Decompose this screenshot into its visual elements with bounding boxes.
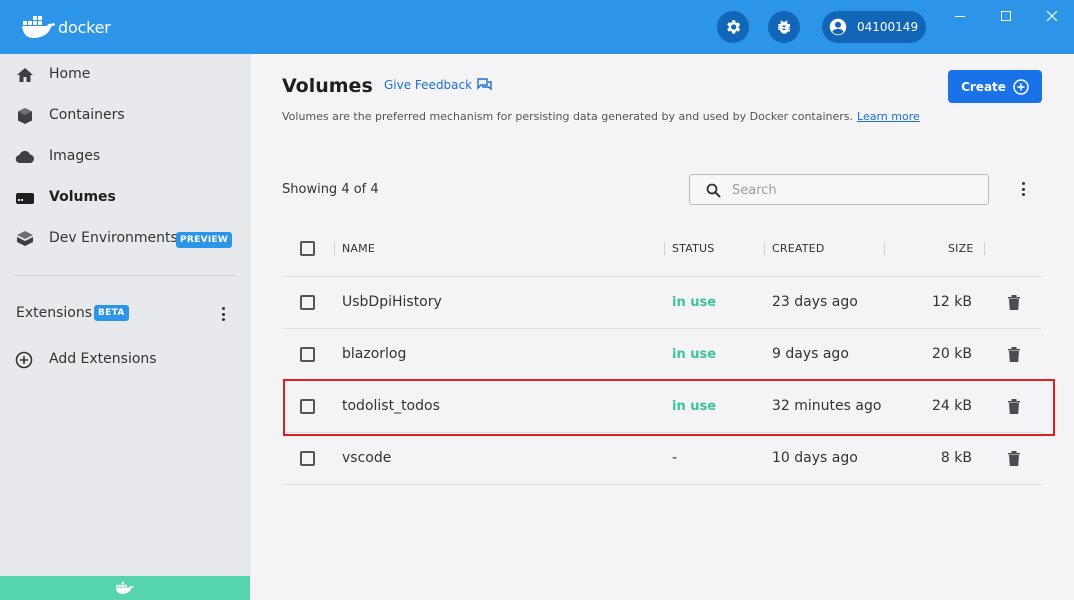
dot xyxy=(221,312,225,316)
volume-name[interactable]: blazorlog xyxy=(342,346,406,362)
description-text: Volumes are the preferred mechanism for … xyxy=(282,110,854,123)
close-button[interactable] xyxy=(1040,6,1064,26)
page-title: Volumes xyxy=(282,75,373,97)
plus-circle-icon xyxy=(14,351,34,369)
volume-created: 10 days ago xyxy=(772,450,858,466)
showing-count: Showing 4 of 4 xyxy=(282,182,379,197)
column-separator xyxy=(664,242,665,255)
volume-size: 12 kB xyxy=(932,294,972,310)
page-description: Volumes are the preferred mechanism for … xyxy=(282,110,920,123)
give-feedback-label: Give Feedback xyxy=(384,78,473,92)
docker-logo[interactable]: docker xyxy=(22,14,111,40)
sidebar-item-images[interactable]: Images xyxy=(0,136,249,177)
table-divider xyxy=(282,328,1042,329)
minimize-icon xyxy=(955,16,965,17)
troubleshoot-button[interactable] xyxy=(768,11,800,43)
give-feedback-link[interactable]: Give Feedback xyxy=(384,78,492,92)
sidebar-divider xyxy=(15,275,235,276)
sidebar-item-label: Volumes xyxy=(49,189,116,205)
volume-status: - xyxy=(672,450,678,466)
row-checkbox[interactable] xyxy=(300,295,315,310)
beta-badge: BETA xyxy=(94,305,129,321)
sidebar-item-label: Containers xyxy=(49,107,125,123)
dot xyxy=(1021,187,1025,191)
dot xyxy=(221,318,225,321)
dot xyxy=(1021,193,1025,196)
sidebar-item-dev-environments[interactable]: Dev Environments PREVIEW xyxy=(0,218,249,259)
gear-icon xyxy=(727,20,741,34)
sidebar: Home Containers Images Volumes Dev Envir… xyxy=(0,54,250,600)
table-divider xyxy=(282,276,1042,277)
maximize-icon xyxy=(1001,11,1011,21)
volume-name[interactable]: vscode xyxy=(342,450,391,466)
top-bar: docker 04100149 xyxy=(0,0,1074,54)
volume-status: in use xyxy=(672,347,717,362)
engine-status-bar[interactable] xyxy=(0,576,250,600)
trash-icon[interactable] xyxy=(1007,346,1021,363)
sidebar-item-volumes[interactable]: Volumes xyxy=(0,177,249,218)
sidebar-item-containers[interactable]: Containers xyxy=(0,95,249,136)
learn-more-link[interactable]: Learn more xyxy=(857,110,920,123)
search-box[interactable] xyxy=(689,174,989,205)
volume-status: in use xyxy=(672,295,717,310)
column-header-created[interactable]: CREATED xyxy=(772,242,825,255)
volume-created: 23 days ago xyxy=(772,294,858,310)
sidebar-item-home[interactable]: Home xyxy=(0,54,249,95)
volume-drive-icon xyxy=(15,189,35,207)
docker-logo-text: docker xyxy=(58,17,111,37)
sidebar-item-label: Dev Environments xyxy=(49,230,178,246)
column-header-size[interactable]: SIZE xyxy=(948,242,974,255)
create-button-label: Create xyxy=(961,79,1006,94)
extensions-more-button[interactable] xyxy=(218,304,228,324)
home-icon xyxy=(15,66,35,84)
cloud-icon xyxy=(15,148,35,166)
volume-size: 8 kB xyxy=(940,450,972,466)
add-extensions-button[interactable]: Add Extensions xyxy=(0,339,249,380)
bug-icon xyxy=(778,20,790,34)
trash-icon[interactable] xyxy=(1007,450,1021,467)
docker-whale-icon xyxy=(115,582,134,594)
docker-whale-icon xyxy=(22,16,55,38)
volume-size: 20 kB xyxy=(932,346,972,362)
add-extensions-label: Add Extensions xyxy=(49,351,157,367)
feedback-chat-icon xyxy=(477,78,492,91)
main-content: Volumes Give Feedback Create Volumes are… xyxy=(251,54,1074,600)
sidebar-item-label: Images xyxy=(49,148,101,164)
column-separator xyxy=(334,242,335,255)
extensions-label: Extensions xyxy=(16,305,93,321)
maximize-button[interactable] xyxy=(994,6,1018,26)
volume-created: 9 days ago xyxy=(772,346,849,362)
column-separator xyxy=(764,242,765,255)
row-highlight-box xyxy=(283,379,1055,436)
sidebar-item-label: Home xyxy=(49,66,91,82)
dot xyxy=(221,307,225,310)
column-header-name[interactable]: NAME xyxy=(342,242,375,255)
table-more-options-button[interactable] xyxy=(1018,179,1028,199)
row-checkbox[interactable] xyxy=(300,347,315,362)
trash-icon[interactable] xyxy=(1007,294,1021,311)
dev-environments-icon xyxy=(15,230,35,248)
column-header-status[interactable]: STATUS xyxy=(672,242,714,255)
create-button[interactable]: Create xyxy=(948,70,1042,103)
row-checkbox[interactable] xyxy=(300,451,315,466)
minimize-button[interactable] xyxy=(948,6,972,26)
table-divider xyxy=(282,484,1042,485)
close-icon xyxy=(1046,10,1058,22)
account-button[interactable]: 04100149 xyxy=(822,11,926,43)
search-input[interactable] xyxy=(732,180,972,200)
settings-button[interactable] xyxy=(717,11,749,43)
plus-circle-icon xyxy=(1013,78,1029,95)
volume-name[interactable]: UsbDpiHistory xyxy=(342,294,442,310)
column-separator xyxy=(984,242,985,255)
account-name: 04100149 xyxy=(857,20,919,34)
user-avatar-icon xyxy=(829,18,847,36)
dot xyxy=(1021,182,1025,185)
containers-icon xyxy=(15,107,35,125)
select-all-checkbox[interactable] xyxy=(300,241,315,256)
column-separator xyxy=(884,242,885,255)
search-icon xyxy=(706,183,721,198)
preview-badge: PREVIEW xyxy=(176,232,233,248)
